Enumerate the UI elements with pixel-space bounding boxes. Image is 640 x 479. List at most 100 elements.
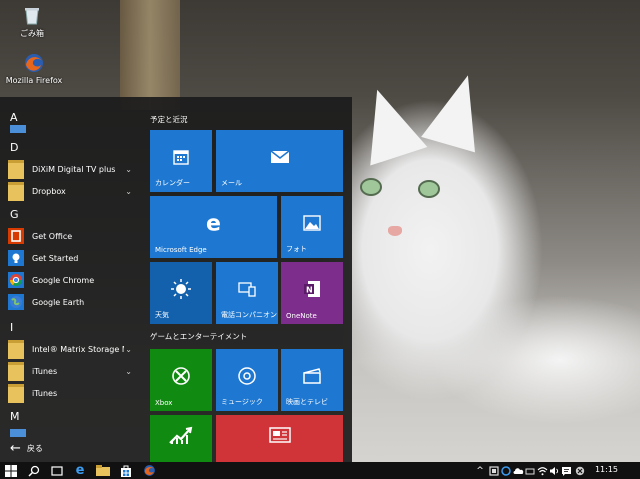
close-circle-icon (575, 466, 585, 475)
firefox-icon (143, 465, 155, 476)
tile-label: 電話コンパニオン (221, 311, 277, 319)
folder-icon (10, 429, 26, 437)
news-icon (268, 426, 292, 446)
tray-onedrive[interactable] (512, 464, 524, 477)
chevron-down-icon: ⌄ (125, 164, 132, 174)
tile-onenote[interactable]: N OneNote (281, 262, 343, 324)
back-label: 戻る (26, 444, 43, 453)
phone-companion-icon (237, 281, 257, 299)
tile-label: ミュージック (221, 398, 263, 406)
group-title-games[interactable]: ゲームとエンターテイメント (150, 331, 247, 342)
tile-label: OneNote (286, 312, 317, 320)
tile-mail[interactable]: メール (216, 130, 343, 192)
firefox-icon (23, 52, 45, 74)
app-item-dropbox[interactable]: Dropbox ⌄ (8, 181, 136, 201)
app-item-get-office[interactable]: Get Office (8, 226, 136, 246)
app-item-dixim[interactable]: DiXiM Digital TV plus ⌄ (8, 159, 136, 179)
folder-icon (10, 125, 26, 133)
app-label: Intel® Matrix Storage M... (32, 344, 124, 354)
app-item-google-chrome[interactable]: Google Chrome (8, 270, 136, 290)
tray-volume[interactable] (548, 464, 560, 477)
file-explorer-icon (96, 465, 110, 476)
lightbulb-icon (8, 250, 24, 266)
app-label: Get Office (32, 231, 73, 241)
onenote-icon: N (302, 279, 322, 301)
tile-label: Xbox (155, 399, 173, 407)
app-label: Get Started (32, 253, 79, 263)
tile-phone-companion[interactable]: 電話コンパニオン (216, 262, 278, 324)
taskbar-clock[interactable]: 11:15 (595, 465, 618, 474)
tile-photos[interactable]: フォト (281, 196, 343, 258)
tile-money[interactable] (150, 415, 212, 462)
photos-icon (303, 215, 321, 233)
tile-music[interactable]: ミュージック (216, 349, 278, 411)
show-hidden-icons-button[interactable]: ^ (474, 464, 486, 477)
app-item-get-started[interactable]: Get Started (8, 248, 136, 268)
volume-icon (549, 466, 558, 475)
tile-label: カレンダー (155, 179, 190, 187)
desktop-icon-recycle-bin[interactable]: ごみ箱 (8, 4, 56, 39)
section-header-i[interactable]: I (10, 321, 13, 334)
tile-weather[interactable]: 天気 (150, 262, 212, 324)
app-item-google-earth[interactable]: Google Earth (8, 292, 136, 312)
chevron-down-icon: ⌄ (125, 186, 132, 196)
tray-ime[interactable] (560, 464, 572, 477)
chevron-down-icon: ⌄ (125, 344, 132, 354)
tray-action-center[interactable] (574, 464, 586, 477)
xbox-icon (171, 366, 191, 388)
section-header-m[interactable]: M (10, 410, 20, 423)
chrome-icon (8, 272, 24, 288)
money-icon (168, 425, 194, 447)
movies-icon (302, 367, 322, 387)
section-header-d[interactable]: D (10, 141, 18, 154)
tile-label: 天気 (155, 311, 169, 319)
weather-icon (170, 278, 192, 302)
store-icon (121, 465, 131, 477)
show-hidden-icon: ^ (476, 465, 484, 476)
wallpaper-cat-nose (388, 226, 402, 236)
task-view-icon (51, 465, 63, 476)
section-header-g[interactable]: G (10, 208, 19, 221)
search-button[interactable] (23, 462, 45, 479)
tile-microsoft-edge[interactable]: e Microsoft Edge (150, 196, 277, 258)
taskbar-firefox[interactable] (138, 462, 160, 479)
app-label: iTunes (32, 366, 58, 376)
group-title-upcoming[interactable]: 予定と近況 (150, 114, 188, 125)
tray-app-icon-3 (525, 468, 535, 474)
office-icon (8, 228, 24, 244)
task-view-button[interactable] (46, 462, 68, 479)
tray-app-1[interactable] (488, 464, 500, 477)
tray-app-icon-2 (501, 465, 511, 476)
folder-icon (8, 383, 24, 403)
tile-xbox[interactable]: Xbox (150, 349, 212, 411)
app-item-itunes-folder[interactable]: iTunes ⌄ (8, 361, 136, 381)
desktop-icon-firefox[interactable]: Mozilla Firefox (4, 52, 64, 85)
wallpaper-cat-eye-right (418, 180, 440, 198)
back-button[interactable]: ← 戻る (10, 441, 43, 456)
app-label: iTunes (32, 388, 58, 398)
start-button[interactable] (0, 462, 22, 479)
tray-network[interactable] (536, 464, 548, 477)
taskbar-file-explorer[interactable] (92, 462, 114, 479)
folder-icon (8, 339, 24, 359)
tray-app-3[interactable] (524, 464, 536, 477)
tile-news[interactable] (216, 415, 343, 462)
tile-label: メール (221, 179, 242, 187)
tile-label: Microsoft Edge (155, 246, 207, 254)
section-header-a[interactable]: A (10, 111, 18, 124)
search-icon (28, 465, 40, 477)
app-list[interactable]: A D DiXiM Digital TV plus ⌄ Dropbox ⌄ G … (0, 97, 138, 462)
tile-label: フォト (286, 245, 307, 253)
tile-label: 映画とテレビ (286, 398, 328, 406)
app-label: DiXiM Digital TV plus (32, 164, 116, 174)
app-label: Dropbox (32, 186, 66, 196)
tray-app-2[interactable] (500, 464, 512, 477)
wallpaper-cat-eye-left (360, 178, 382, 196)
app-item-itunes[interactable]: iTunes (8, 383, 136, 403)
tile-movies-tv[interactable]: 映画とテレビ (281, 349, 343, 411)
taskbar-store[interactable] (115, 462, 137, 479)
taskbar-edge[interactable]: e (69, 462, 91, 479)
app-item-intel-matrix[interactable]: Intel® Matrix Storage M... ⌄ (8, 339, 136, 359)
network-icon (537, 466, 547, 475)
tile-calendar[interactable]: カレンダー (150, 130, 212, 192)
